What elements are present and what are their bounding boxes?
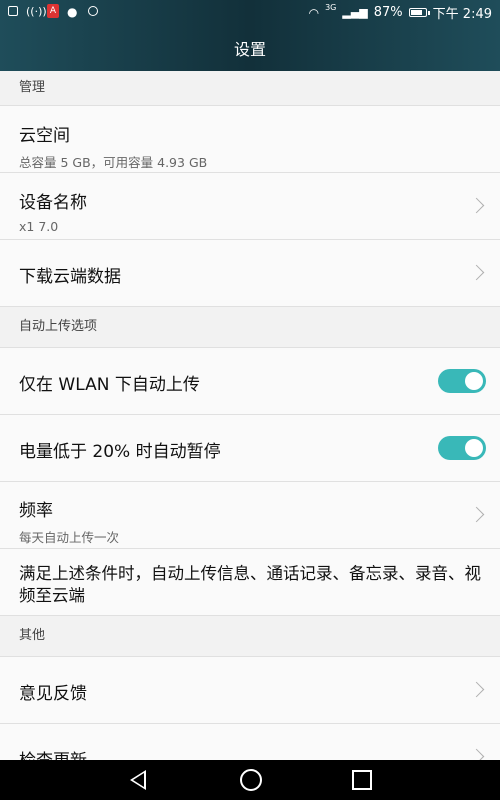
low-battery-pause-toggle[interactable]: [438, 436, 486, 460]
section-header-manage: 管理: [0, 71, 500, 106]
wifi-icon: ◠: [308, 5, 320, 20]
navigation-bar: [0, 760, 500, 800]
section-header-auto-upload: 自动上传选项: [0, 307, 500, 348]
download-cloud-data-item[interactable]: 下载云端数据: [0, 240, 500, 307]
device-name-item[interactable]: 设备名称 x1 7.0: [0, 173, 500, 240]
item-title: 频率: [19, 501, 53, 521]
chat-icon: [88, 6, 98, 16]
toggle-knob: [465, 372, 483, 390]
check-update-item[interactable]: 检查更新: [0, 724, 500, 760]
item-subtitle: x1 7.0: [19, 219, 59, 234]
section-header-other: 其他: [0, 616, 500, 657]
item-title: 设备名称: [19, 193, 87, 213]
wlan-only-upload-item[interactable]: 仅在 WLAN 下自动上传: [0, 348, 500, 415]
back-icon[interactable]: [130, 770, 146, 790]
item-title: 检查更新: [19, 724, 430, 760]
top-app-bar: ((·)) A ● ◠ 3G ▂▄▆ 87% 下午 2:49 设置: [0, 0, 500, 71]
status-bar: ((·)) A ● ◠ 3G ▂▄▆ 87% 下午 2:49: [0, 0, 500, 24]
toggle-knob: [465, 439, 483, 457]
chevron-right-icon: [468, 681, 485, 698]
low-battery-pause-item[interactable]: 电量低于 20% 时自动暂停: [0, 415, 500, 482]
app-notification-icon: A: [47, 4, 59, 18]
cloud-space-item[interactable]: 云空间 总容量 5 GB，可用容量 4.93 GB: [0, 106, 500, 173]
wlan-only-toggle[interactable]: [438, 369, 486, 393]
chevron-right-icon: [468, 264, 485, 281]
wifi-signal-icon: ((·)): [26, 4, 47, 18]
battery-icon: [408, 8, 430, 17]
upload-description-item: 满足上述条件时，自动上传信息、通话记录、备忘录、录音、视频至云端: [0, 549, 500, 616]
chevron-right-icon: [468, 748, 485, 760]
item-title: 意见反馈: [19, 684, 87, 704]
feedback-item[interactable]: 意见反馈: [0, 657, 500, 724]
item-title: 电量低于 20% 时自动暂停: [19, 442, 221, 462]
settings-list[interactable]: 管理 云空间 总容量 5 GB，可用容量 4.93 GB 设备名称 x1 7.0…: [0, 71, 500, 760]
battery-percent: 87%: [373, 5, 403, 20]
network-type-label: 3G: [325, 3, 337, 12]
recent-apps-icon[interactable]: [352, 770, 372, 790]
item-title: 下载云端数据: [19, 267, 121, 287]
item-title: 云空间: [19, 126, 70, 146]
page-title: 设置: [233, 40, 266, 59]
item-subtitle: 每天自动上传一次: [19, 530, 120, 545]
clock: 下午 2:49: [432, 7, 492, 22]
item-description: 满足上述条件时，自动上传信息、通话记录、备忘录、录音、视频至云端: [19, 564, 481, 605]
home-icon[interactable]: [240, 769, 262, 791]
item-subtitle: 总容量 5 GB，可用容量 4.93 GB: [19, 155, 208, 170]
frequency-item[interactable]: 频率 每天自动上传一次: [0, 482, 500, 549]
chevron-right-icon: [468, 506, 485, 523]
location-icon: ●: [67, 4, 78, 19]
chevron-right-icon: [468, 197, 485, 214]
cell-signal-icon: ▂▄▆: [342, 6, 368, 19]
item-title: 仅在 WLAN 下自动上传: [19, 375, 200, 395]
image-icon: [8, 6, 18, 16]
